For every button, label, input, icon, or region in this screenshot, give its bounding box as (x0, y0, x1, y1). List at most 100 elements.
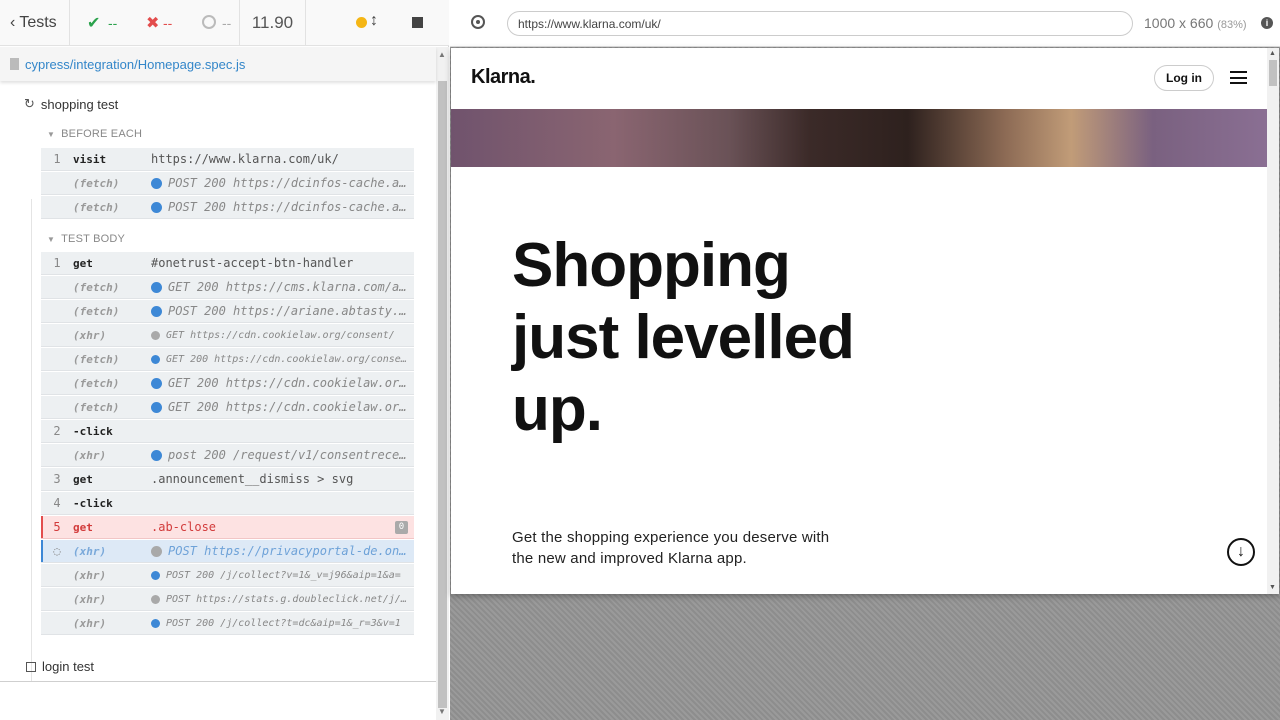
scrollbar-thumb[interactable] (438, 81, 447, 708)
command-event-row[interactable]: (fetch) GET 200 https://cms.klarna.com/ap… (41, 276, 414, 299)
command-name: (xhr) (73, 448, 107, 462)
command-message: GET 200 https://cms.klarna.com/api/ (151, 280, 414, 294)
command-name: (xhr) (73, 568, 107, 582)
command-message-text: GET https://cdn.cookielaw.org/consent/ (166, 329, 395, 341)
command-message-text: GET 200 https://cdn.cookielaw.org/ (168, 400, 408, 414)
scroll-down-icon[interactable]: ▼ (438, 707, 446, 716)
command-row[interactable]: 4 -click (41, 492, 414, 515)
aut-header: https://www.klarna.com/uk/ 1000 x 660 (8… (450, 0, 1280, 47)
command-name: (xhr) (73, 328, 107, 342)
command-message: post 200 /request/v1/consentreceipts (151, 448, 414, 462)
command-event-row[interactable]: (xhr) post 200 /request/v1/consentreceipt… (41, 444, 414, 467)
command-row[interactable]: 1 get #onetrust-accept-btn-handler (41, 252, 414, 275)
command-name: -click (73, 496, 113, 510)
command-number: 2 (53, 424, 61, 438)
caret-down-icon: ▼ (47, 129, 56, 139)
scroll-down-arrow-icon[interactable]: ↓ (1227, 538, 1255, 566)
hook-test-body[interactable]: ▼ TEST BODY (47, 233, 125, 245)
command-message: .ab-close (151, 520, 414, 534)
pending-count: -- (222, 15, 232, 31)
viewport-info[interactable]: 1000 x 660 (83%) (1144, 15, 1247, 31)
command-message: POST 200 /j/collect?t=dc&aip=1&_r=3&v=1 (151, 618, 414, 629)
command-event-row[interactable]: (fetch) GET 200 https://cdn.cookielaw.org… (41, 396, 414, 419)
command-message-text: POST 200 https://dcinfos-cache.abtasty.c… (168, 200, 408, 214)
command-name: (xhr) (73, 616, 107, 630)
menu-icon[interactable] (1230, 71, 1247, 84)
command-row[interactable]: 5 get .ab-close 0 (41, 516, 414, 539)
hero-image (451, 109, 1267, 167)
reporter-panel: ‹ Tests ✔ -- ✖ -- -- 11.90 ↕ cypress/int… (0, 0, 449, 720)
file-icon (10, 58, 19, 70)
command-name: -click (73, 424, 113, 438)
hook-before-each[interactable]: ▼ BEFORE EACH (47, 128, 142, 140)
divider (0, 681, 436, 682)
command-row[interactable]: 3 get .announcement__dismiss > svg (41, 468, 414, 491)
viewport-scale: (83%) (1217, 19, 1247, 31)
stop-icon[interactable] (412, 17, 423, 28)
command-number: 1 (53, 256, 61, 270)
command-message-text: POST 200 /j/collect?t=dc&aip=1&_r=3&v=1 (166, 617, 401, 629)
command-message: GET https://cdn.cookielaw.org/consent/ (151, 330, 414, 341)
test-shopping[interactable]: ↻ shopping test (24, 96, 118, 112)
command-name: (fetch) (73, 200, 120, 214)
command-event-row[interactable]: (fetch) POST 200 https://ariane.abtasty.c… (41, 300, 414, 323)
reporter-header: ‹ Tests ✔ -- ✖ -- -- 11.90 ↕ (0, 0, 449, 46)
command-event-row[interactable]: (xhr) POST 200 /j/collect?v=1&_v=j96&aip=… (41, 564, 414, 587)
status-dot-icon (151, 449, 162, 461)
command-event-row[interactable]: (fetch) POST 200 https://dcinfos-cache.ab… (41, 172, 414, 195)
command-event-row[interactable]: (xhr) POST https://stats.g.doubleclick.ne… (41, 588, 414, 611)
hook-label: BEFORE EACH (61, 128, 143, 140)
spec-path-link[interactable]: cypress/integration/Homepage.spec.js (25, 57, 245, 72)
hero-subtitle: Get the shopping experience you deserve … (512, 529, 830, 567)
command-message-text: POST https://privacyportal-de.onetrust.c… (168, 544, 408, 558)
command-message: GET 200 https://cdn.cookielaw.org/ (151, 376, 414, 390)
iframe-scrollbar[interactable]: ▲ ▼ (1267, 48, 1279, 594)
command-event-row[interactable]: (xhr) GET https://cdn.cookielaw.org/conse… (41, 324, 414, 347)
status-dot-icon (151, 354, 160, 364)
scroll-down-icon[interactable]: ▼ (1269, 584, 1276, 591)
tests-button[interactable]: ‹ Tests (0, 0, 70, 45)
spinner-icon: ◌ (53, 544, 61, 558)
scrollbar-thumb[interactable] (1269, 60, 1277, 86)
command-event-row[interactable]: (fetch) POST 200 https://dcinfos-cache.ab… (41, 196, 414, 219)
status-dot-icon (151, 618, 160, 628)
status-dot-icon (151, 305, 162, 317)
command-name: (fetch) (73, 176, 120, 190)
login-button[interactable]: Log in (1154, 65, 1214, 91)
command-message-text: POST 200 https://dcinfos-cache.abtasty.c… (168, 176, 408, 190)
scroll-up-icon[interactable]: ▲ (1269, 50, 1276, 57)
command-message-text: .ab-close (151, 520, 217, 534)
command-event-row[interactable]: (xhr) POST 200 /j/collect?t=dc&aip=1&_r=3… (41, 612, 414, 635)
command-name: (xhr) (73, 592, 107, 606)
test-login[interactable]: login test (26, 659, 94, 674)
scroll-up-icon[interactable]: ▲ (438, 50, 446, 59)
command-number: 5 (53, 520, 61, 534)
command-message-text: POST 200 /j/collect?v=1&_v=j96&aip=1&a= (166, 569, 401, 581)
info-icon[interactable]: i (1261, 17, 1273, 29)
hook-label: TEST BODY (61, 233, 126, 245)
command-message: POST 200 /j/collect?v=1&_v=j96&aip=1&a= (151, 570, 414, 581)
command-name: (fetch) (73, 352, 120, 366)
selector-playground-icon[interactable] (471, 15, 485, 29)
command-row[interactable]: 1 visit https://www.klarna.com/uk/ (41, 148, 414, 171)
command-event-row[interactable]: ◌ (xhr) POST https://privacyportal-de.onet… (41, 540, 414, 563)
reporter-scrollbar[interactable]: ▲ ▼ (436, 47, 449, 720)
collapsed-square-icon (26, 661, 36, 672)
tests-label: Tests (19, 13, 57, 31)
command-name: (fetch) (73, 376, 120, 390)
viewport-dimensions: 1000 x 660 (1144, 15, 1214, 31)
status-dot-icon (151, 401, 162, 413)
command-message-text: #onetrust-accept-btn-handler (151, 256, 354, 270)
command-message-text: POST https://stats.g.doubleclick.net/j/c… (166, 593, 408, 605)
klarna-logo[interactable]: Klarna. (471, 66, 536, 89)
running-indicator-icon (356, 17, 367, 28)
retry-count-badge: 0 (395, 521, 408, 534)
url-display: https://www.klarna.com/uk/ (507, 11, 1133, 36)
auto-scroll-icon[interactable]: ↕ (370, 12, 378, 30)
command-event-row[interactable]: (fetch) GET 200 https://cdn.cookielaw.org… (41, 372, 414, 395)
command-row[interactable]: 2 -click (41, 420, 414, 443)
suite-guide-line (31, 199, 32, 681)
command-name: get (73, 472, 93, 486)
check-icon: ✔ (87, 15, 101, 32)
command-event-row[interactable]: (fetch) GET 200 https://cdn.cookielaw.org… (41, 348, 414, 371)
